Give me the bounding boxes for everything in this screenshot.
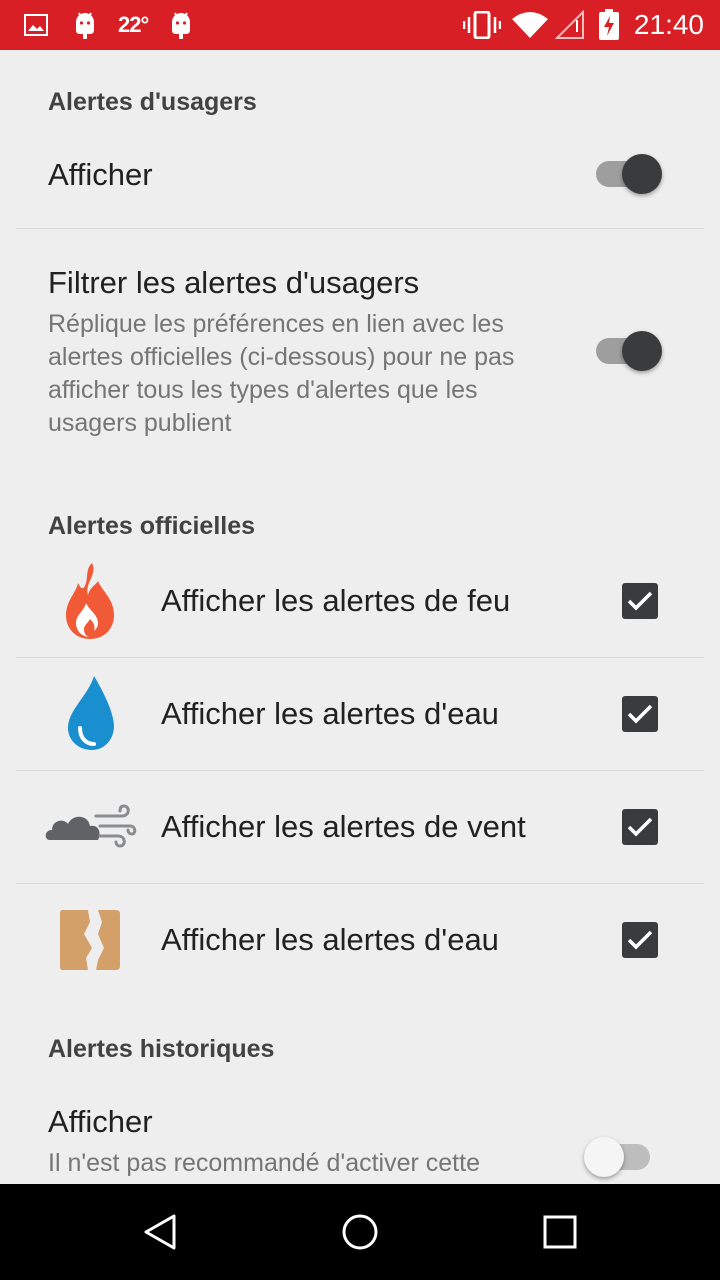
alert-row-wind[interactable]: Afficher les alertes de vent (0, 771, 720, 883)
vibrate-icon (462, 0, 502, 50)
android-icon (166, 0, 196, 50)
pref-title: Afficher (48, 1104, 153, 1139)
wind-cloud-icon (40, 787, 140, 867)
alert-label: Afficher les alertes de vent (161, 809, 526, 844)
alert-label: Afficher les alertes d'eau (161, 696, 499, 731)
earth-alerts-checkbox[interactable] (622, 922, 658, 958)
water-drop-icon (40, 674, 140, 754)
settings-list[interactable]: Alertes d'usagers Afficher Filtrer les a… (0, 50, 720, 1184)
recents-icon[interactable] (510, 1184, 610, 1280)
back-icon[interactable] (110, 1184, 210, 1280)
navigation-bar (0, 1184, 720, 1280)
alert-row-fire[interactable]: Afficher les alertes de feu (0, 545, 720, 657)
clock-text: 21:40 (633, 9, 704, 40)
water-alerts-checkbox[interactable] (622, 696, 658, 732)
fire-alerts-checkbox[interactable] (622, 583, 658, 619)
checkmark-icon (627, 704, 653, 724)
switch-thumb (622, 331, 662, 371)
android-icon (70, 0, 100, 50)
filter-user-alerts-switch[interactable] (592, 328, 668, 374)
alert-row-earth[interactable]: Afficher les alertes d'eau (0, 884, 720, 996)
section-header-historic-alerts: Alertes historiques (48, 1035, 275, 1063)
wifi-icon (510, 0, 550, 50)
home-icon[interactable] (310, 1184, 410, 1280)
image-icon (20, 0, 52, 50)
alert-label: Afficher les alertes d'eau (161, 922, 499, 957)
switch-thumb (584, 1137, 624, 1177)
pref-title: Filtrer les alertes d'usagers (48, 265, 420, 300)
pref-summary: Il n'est pas recommandé d'activer cette (48, 1149, 480, 1177)
status-bar: 22° 21:40 (0, 0, 720, 50)
earth-crack-icon (40, 900, 140, 980)
section-header-user-alerts: Alertes d'usagers (48, 88, 257, 116)
checkmark-icon (627, 817, 653, 837)
alert-label: Afficher les alertes de feu (161, 583, 511, 618)
divider (16, 228, 704, 229)
fire-icon (40, 561, 140, 641)
pref-summary: Réplique les préférences en lien avec le… (48, 310, 515, 437)
temperature-text: 22° (118, 12, 149, 37)
battery-charging-icon (594, 0, 624, 50)
checkmark-icon (627, 930, 653, 950)
alert-row-water[interactable]: Afficher les alertes d'eau (0, 658, 720, 770)
user-alerts-show-switch[interactable] (592, 151, 668, 197)
switch-thumb (622, 154, 662, 194)
checkmark-icon (627, 591, 653, 611)
wind-alerts-checkbox[interactable] (622, 809, 658, 845)
section-header-official-alerts: Alertes officielles (48, 512, 256, 540)
pref-title: Afficher (48, 157, 153, 192)
historic-alerts-show-switch[interactable] (584, 1134, 660, 1180)
signal-icon (552, 0, 588, 50)
